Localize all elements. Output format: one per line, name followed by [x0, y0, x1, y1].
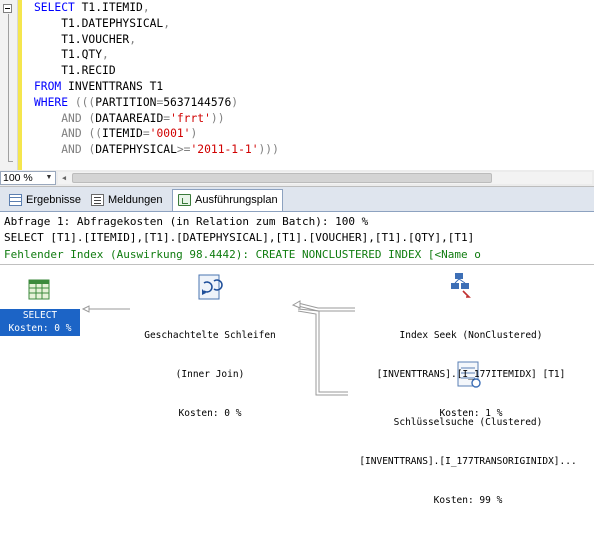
scrollbar-thumb[interactable] — [72, 173, 492, 183]
code-line[interactable]: T1.VOUCHER, — [34, 32, 279, 48]
code-token: )) — [210, 111, 225, 125]
code-token: ) — [231, 95, 239, 109]
index-seek-title: Index Seek (NonClustered) — [399, 330, 543, 341]
code-token: (( — [88, 127, 103, 141]
fold-guide-end — [8, 161, 13, 162]
code-token: T1.QTY — [34, 48, 103, 62]
query-text-line: SELECT [T1].[ITEMID],[T1].[DATEPHYSICAL]… — [4, 231, 475, 244]
results-tabbar: Ergebnisse Meldungen Ausführungsplan — [0, 187, 594, 212]
sql-editor[interactable]: SELECT T1.ITEMID, T1.DATEPHYSICAL, T1.VO… — [0, 0, 594, 171]
code-token: T1.RECID — [34, 64, 116, 78]
code-token: ((( — [74, 95, 96, 109]
code-token: , — [163, 16, 171, 30]
code-line[interactable]: AND (DATEPHYSICAL>='2011-1-1'))) — [34, 142, 279, 158]
plan-header: Abfrage 1: Abfragekosten (in Relation zu… — [0, 212, 594, 265]
execution-plan-icon — [178, 194, 191, 206]
key-lookup-cost: Kosten: 99 % — [433, 495, 503, 506]
key-lookup-title: Schlüsselsuche (Clustered) — [393, 417, 543, 428]
index-seek-object: [INVENTTRANS].[I_177ITEMIDX] [T1] — [376, 369, 566, 380]
code-line[interactable]: SELECT T1.ITEMID, — [34, 0, 279, 16]
select-cost: Kosten: 0 % — [8, 323, 72, 334]
zoom-value: 100 % — [3, 172, 33, 184]
editor-status-bar: 100 % ▼ ◀ — [0, 170, 594, 187]
code-line[interactable]: T1.RECID — [34, 63, 279, 79]
key-lookup-object: [INVENTTRANS].[I_177TRANSORIGINIDX]... — [359, 456, 577, 467]
code-token: , — [142, 1, 150, 14]
code-token: 'frrt' — [170, 111, 211, 125]
code-token: DATEPHYSICAL — [95, 143, 177, 157]
tab-ausfuehrungsplan[interactable]: Ausführungsplan — [172, 189, 283, 211]
tab-label: Ergebnisse — [26, 194, 82, 206]
code-token: DATAAREAID — [95, 111, 164, 125]
code-token: '2011-1-1' — [190, 143, 259, 157]
code-token: T1.DATEPHYSICAL — [34, 16, 164, 30]
query-cost-line: Abfrage 1: Abfragekosten (in Relation zu… — [4, 215, 369, 228]
code-line[interactable]: AND (DATAAREAID='frrt')) — [34, 111, 279, 127]
code-token: = — [142, 127, 150, 141]
code-token: , — [102, 48, 109, 62]
tab-label: Meldungen — [108, 194, 163, 206]
nested-loops-title: Geschachtelte Schleifen — [144, 330, 276, 341]
code-token: FROM — [34, 79, 69, 93]
tab-label: Ausführungsplan — [195, 194, 278, 206]
code-token: ) — [190, 127, 198, 141]
code-token: ))) — [258, 143, 279, 157]
collapse-region-icon[interactable] — [3, 4, 12, 13]
key-lookup-operator[interactable]: Schlüsselsuche (Clustered) [INVENTTRANS]… — [348, 390, 588, 533]
code-token: 5637144576 — [163, 95, 232, 109]
code-token: ITEMID — [102, 127, 143, 141]
horizontal-scrollbar[interactable]: ◀ — [58, 172, 592, 184]
grid-icon — [9, 194, 22, 206]
code-token: AND — [61, 143, 89, 157]
code-line[interactable]: T1.DATEPHYSICAL, — [34, 16, 279, 32]
tab-ergebnisse[interactable]: Ergebnisse — [4, 190, 84, 210]
code-token: WHERE — [34, 95, 75, 109]
code-line[interactable]: FROM INVENTTRANS T1 — [34, 79, 279, 95]
nested-loops-icon — [198, 274, 223, 300]
zoom-dropdown[interactable]: 100 % ▼ — [0, 171, 56, 185]
code-token: >= — [176, 143, 191, 157]
editor-gutter — [0, 0, 18, 170]
arrow-head — [81, 305, 90, 313]
code-token: T1.ITEMID — [81, 1, 143, 14]
nested-loops-cost: Kosten: 0 % — [178, 408, 242, 419]
code-token: AND — [61, 111, 89, 125]
code-token: PARTITION — [95, 95, 157, 109]
chevron-down-icon[interactable]: ▼ — [44, 173, 54, 183]
code-token: , — [129, 32, 137, 46]
scroll-left-icon[interactable]: ◀ — [58, 172, 70, 184]
code-token: T1.VOUCHER — [34, 32, 130, 46]
code-token: INVENTTRANS T1 — [68, 79, 164, 93]
nested-loops-operator[interactable]: Geschachtelte Schleifen (Inner Join) Kos… — [112, 303, 308, 446]
code-token: '0001' — [149, 127, 191, 141]
nested-loops-subtitle: (Inner Join) — [175, 369, 245, 380]
code-token: SELECT — [34, 1, 82, 14]
code-line[interactable]: AND ((ITEMID='0001') — [34, 126, 279, 142]
tab-meldungen[interactable]: Meldungen — [86, 190, 170, 210]
execution-plan-graph: SELECT Kosten: 0 % Geschachtelte Schleif… — [0, 265, 594, 506]
changed-lines-marker — [18, 0, 22, 170]
messages-icon — [91, 194, 104, 206]
index-seek-icon — [451, 273, 471, 298]
select-operator[interactable]: SELECT Kosten: 0 % — [0, 309, 80, 336]
code-line[interactable]: T1.QTY, — [34, 47, 279, 63]
select-title: SELECT — [22, 310, 58, 321]
missing-index-hint[interactable]: Fehlender Index (Auswirkung 98.4442): CR… — [4, 247, 481, 263]
fold-guide — [8, 14, 9, 162]
select-operator-icon — [28, 279, 50, 300]
sql-code[interactable]: SELECT T1.ITEMID, T1.DATEPHYSICAL, T1.VO… — [34, 0, 279, 158]
code-line[interactable]: WHERE (((PARTITION=5637144576) — [34, 95, 279, 111]
code-token: AND — [61, 127, 89, 141]
